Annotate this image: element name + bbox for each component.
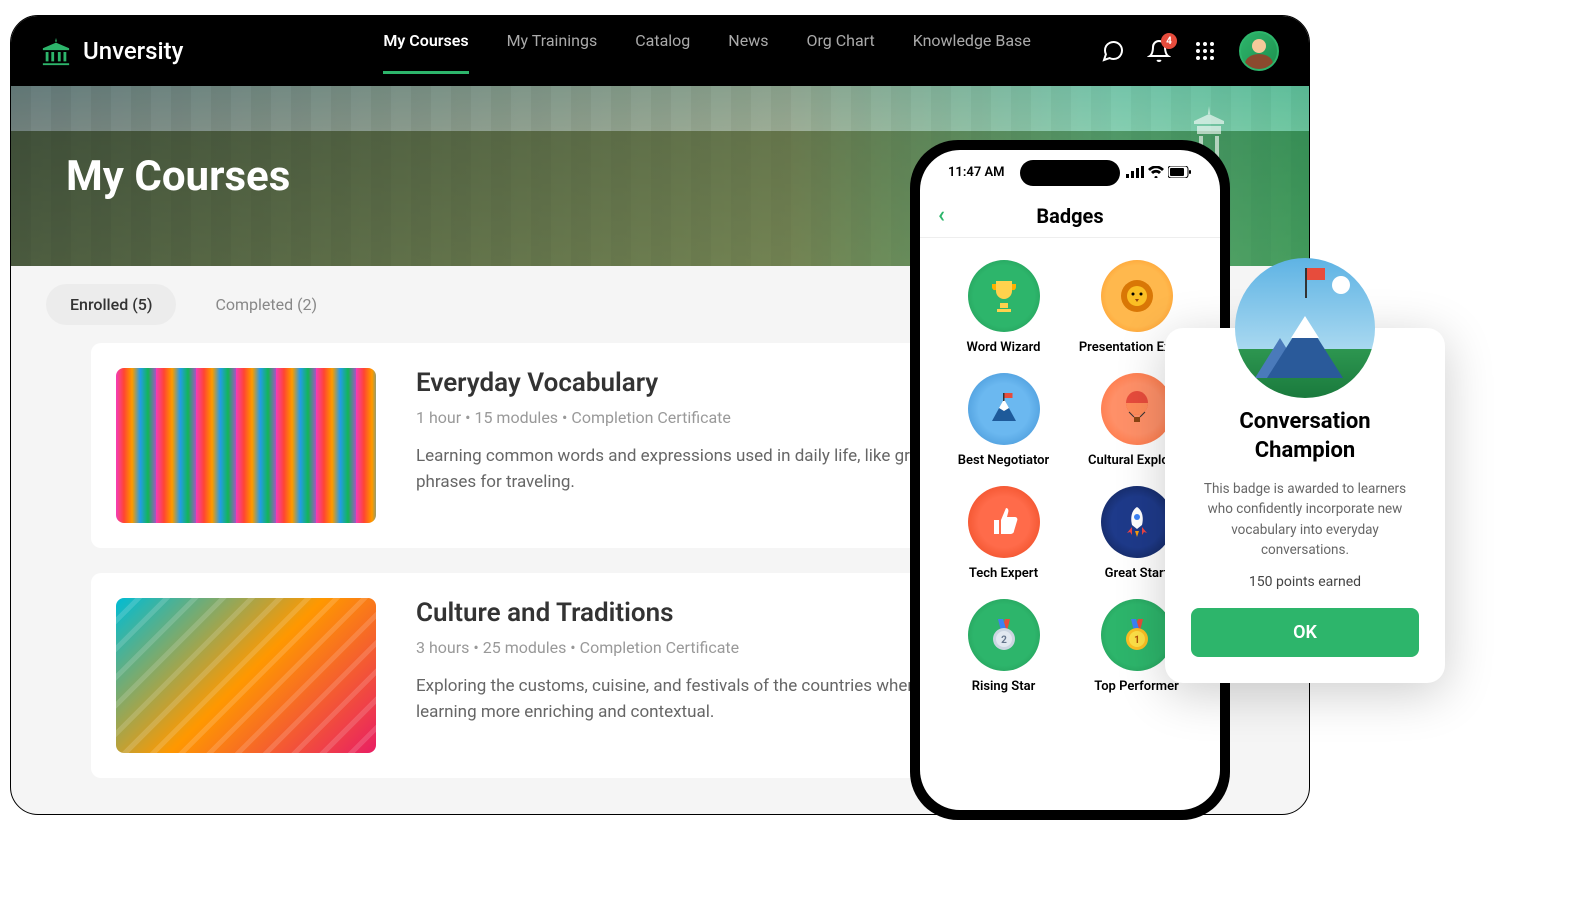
badge-item[interactable]: Best Negotiator: [942, 373, 1065, 468]
chat-icon[interactable]: [1101, 39, 1125, 63]
brand-name: Unversity: [83, 37, 183, 65]
badge-label: Rising Star: [972, 679, 1036, 694]
mountain-icon: [968, 373, 1040, 445]
badge-label: Great Start: [1105, 566, 1169, 581]
trophy-icon: [968, 260, 1040, 332]
wifi-icon: [1148, 166, 1164, 178]
nav-knowledge-base[interactable]: Knowledge Base: [913, 31, 1031, 72]
popup-desc: This badge is awarded to learners who co…: [1191, 479, 1419, 560]
signal-icon: [1126, 166, 1144, 178]
tab-enrolled[interactable]: Enrolled (5): [46, 284, 176, 325]
tab-completed[interactable]: Completed (2): [191, 284, 341, 325]
battery-icon: [1168, 166, 1192, 178]
badge-popup: Conversation Champion This badge is awar…: [1165, 328, 1445, 683]
nav-right: 4: [1101, 31, 1279, 71]
page-title: My Courses: [66, 152, 290, 201]
lion-icon: [1101, 260, 1173, 332]
medal-gold-icon: 1: [1101, 599, 1173, 671]
svg-text:2: 2: [1001, 635, 1007, 646]
badge-item[interactable]: Tech Expert: [942, 486, 1065, 581]
balloon-icon: [1101, 373, 1173, 445]
status-time: 11:47 AM: [948, 165, 1005, 180]
dynamic-island: [1020, 160, 1120, 186]
avatar[interactable]: [1239, 31, 1279, 71]
thumbs-up-icon: [968, 486, 1040, 558]
nav-my-trainings[interactable]: My Trainings: [507, 31, 598, 72]
badge-item[interactable]: Word Wizard: [942, 260, 1065, 355]
course-thumbnail: [116, 598, 376, 753]
nav-org-chart[interactable]: Org Chart: [806, 31, 874, 72]
popup-points: 150 points earned: [1191, 574, 1419, 590]
badge-item[interactable]: 2 Rising Star: [942, 599, 1065, 694]
badge-label: Top Performer: [1094, 679, 1179, 694]
popup-title: Conversation Champion: [1191, 408, 1419, 465]
top-nav: Unversity My Courses My Trainings Catalo…: [11, 16, 1309, 86]
nav-my-courses[interactable]: My Courses: [383, 31, 468, 72]
badge-label: Best Negotiator: [958, 453, 1049, 468]
university-icon: [41, 36, 71, 66]
nav-catalog[interactable]: Catalog: [635, 31, 690, 72]
notifications-icon[interactable]: 4: [1147, 39, 1171, 63]
nav-news[interactable]: News: [728, 31, 768, 72]
badge-label: Tech Expert: [969, 566, 1038, 581]
ok-button[interactable]: OK: [1191, 608, 1419, 657]
apps-icon[interactable]: [1193, 39, 1217, 63]
status-indicators: [1126, 166, 1192, 178]
svg-text:1: 1: [1134, 635, 1140, 646]
notif-badge: 4: [1161, 33, 1177, 49]
badge-label: Word Wizard: [967, 340, 1041, 355]
rocket-icon: [1101, 486, 1173, 558]
course-thumbnail: [116, 368, 376, 523]
medal-silver-icon: 2: [968, 599, 1040, 671]
nav-menu: My Courses My Trainings Catalog News Org…: [383, 31, 1030, 72]
brand-logo[interactable]: Unversity: [41, 36, 183, 66]
phone-title: Badges: [938, 204, 1202, 228]
phone-header: ‹ Badges: [920, 194, 1220, 238]
popup-badge-icon: [1235, 258, 1375, 398]
